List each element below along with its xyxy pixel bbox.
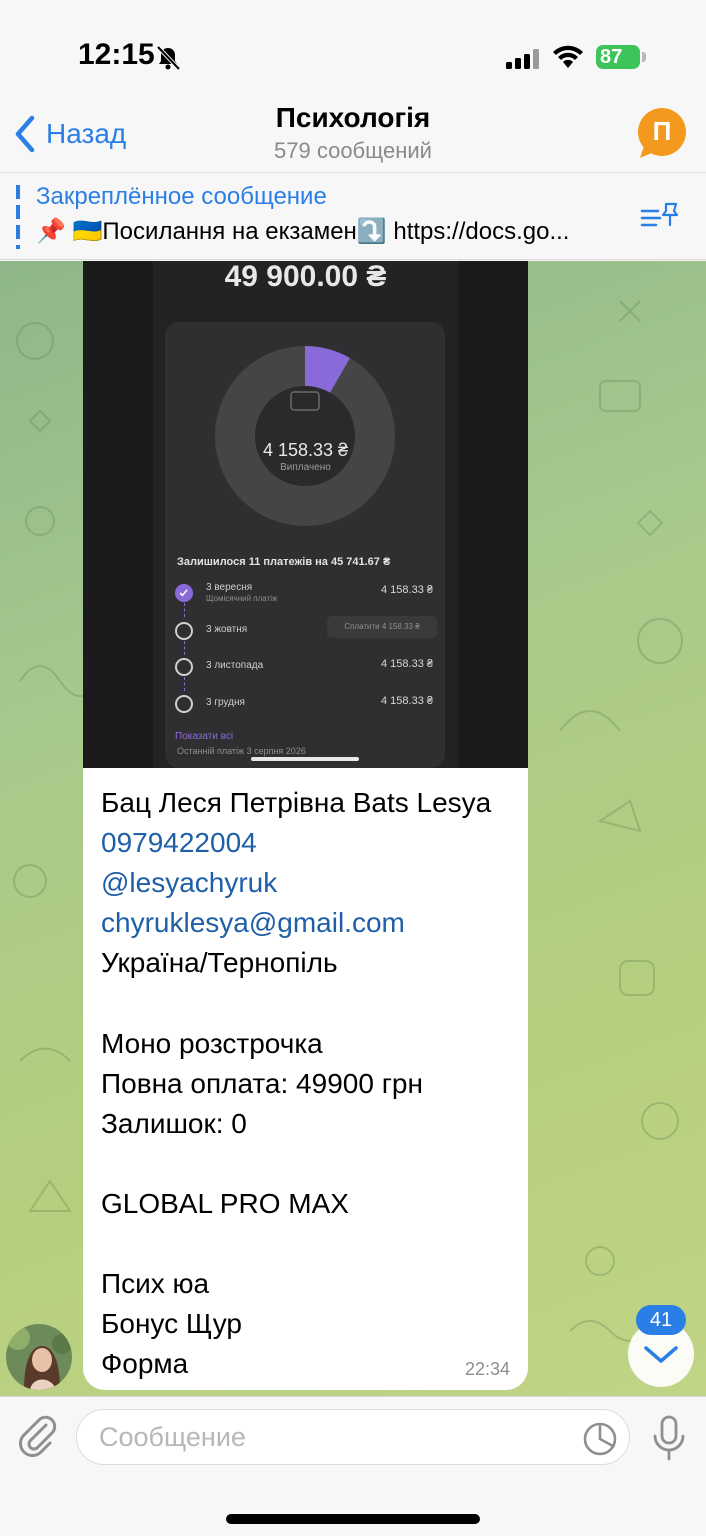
remaining-payments: Залишилося 11 платежів на 45 741.67 ₴ — [177, 556, 391, 568]
bell-off-icon — [156, 45, 181, 71]
paid-label: Виплачено — [280, 462, 331, 473]
email-link[interactable]: chyruklesya@gmail.com — [101, 903, 521, 943]
cellular-signal-icon — [506, 49, 539, 69]
payment-progress-donut — [215, 346, 395, 526]
chat-area[interactable]: 49 900.00 ₴ 4 158.33 ₴ Виплачено Залишил… — [0, 261, 706, 1396]
payment-amount: 4 158.33 ₴ — [381, 658, 433, 670]
payment-row: 3 жовтня Сплатити 4 158.33 ₴ — [175, 616, 437, 644]
message-line: Бонус Щур — [101, 1308, 242, 1340]
payment-connector — [184, 603, 185, 617]
payment-date: 3 вересня — [206, 582, 253, 593]
paperclip-icon[interactable] — [16, 1413, 60, 1457]
pinned-message-bar[interactable]: Закреплённое сообщение 📌 🇺🇦Посилання на … — [0, 172, 706, 260]
message-line: Моно розстрочка — [101, 1027, 323, 1059]
payment-circle-icon — [175, 658, 193, 676]
screenshot-home-indicator — [251, 757, 359, 761]
message-line — [101, 1224, 521, 1264]
message-time: 22:34 — [464, 1359, 510, 1379]
phone-link[interactable]: 0979422004 — [101, 823, 521, 863]
battery-indicator: 87 — [596, 45, 640, 69]
message-text: Бац Леся Петрівна Bats Lesya 0979422004 … — [101, 783, 521, 1384]
username-link[interactable]: @lesyachyruk — [101, 863, 521, 903]
pinned-title: Закреплённое сообщение — [36, 183, 327, 210]
payment-amount: 4 158.33 ₴ — [381, 695, 433, 707]
message-line: Псих юа — [101, 1268, 210, 1300]
message-bubble[interactable]: 49 900.00 ₴ 4 158.33 ₴ Виплачено Залишил… — [83, 261, 528, 1390]
message-line: GLOBAL PRO MAX — [101, 1187, 349, 1219]
payment-row: 3 вересня Щомісячний платіж 4 158.33 ₴ — [175, 582, 437, 606]
pinned-indicator-line — [16, 185, 20, 249]
message-input[interactable] — [76, 1409, 630, 1465]
message-line: Бац Леся Петрівна Bats Lesya — [101, 787, 492, 818]
payment-circle-icon — [175, 695, 193, 713]
payment-connector — [184, 641, 185, 655]
payment-done-check-icon — [175, 584, 193, 602]
payment-connector — [184, 677, 185, 691]
home-indicator — [226, 1514, 480, 1524]
chat-avatar-letter: П — [652, 116, 672, 146]
message-line: Залишок: 0 — [101, 1107, 247, 1139]
wifi-icon — [553, 45, 583, 68]
payment-date: 3 жовтня — [206, 624, 248, 635]
battery-level: 87 — [600, 46, 623, 68]
payment-date: 3 листопада — [206, 660, 264, 671]
payment-amount: 4 158.33 ₴ — [381, 584, 433, 596]
message-input-bar — [0, 1396, 706, 1536]
chat-title: Психологія — [275, 102, 431, 133]
message-line — [101, 1144, 521, 1184]
paid-value: 4 158.33 ₴ — [262, 440, 349, 460]
microphone-icon[interactable] — [650, 1415, 688, 1461]
sticker-icon[interactable] — [582, 1421, 618, 1457]
top-bar: 12:15 87 Назад Психологія 579 сообщений … — [0, 0, 706, 260]
sender-avatar[interactable] — [6, 1324, 72, 1390]
last-payment-text: Останній платіж 3 серпня 2026 — [177, 746, 306, 756]
payment-row: 3 грудня 4 158.33 ₴ — [175, 693, 437, 717]
payment-circle-icon — [175, 622, 193, 640]
show-all-link: Показати всі — [175, 731, 234, 742]
payment-row: 3 листопада 4 158.33 ₴ — [175, 656, 437, 680]
payment-note: Щомісячний платіж — [206, 594, 278, 603]
message-line: Повна оплата: 49900 грн — [101, 1067, 423, 1099]
status-time: 12:15 — [78, 38, 155, 71]
screenshot-amount: 49 900.00 ₴ — [224, 261, 387, 293]
pinned-text: 📌 🇺🇦Посилання на екзамен⤵️ https://docs.… — [36, 218, 570, 245]
pinned-list-icon[interactable] — [640, 201, 680, 233]
unread-count-badge: 41 — [636, 1305, 686, 1335]
pay-now-button: Сплатити 4 158.33 ₴ — [327, 616, 437, 638]
message-line — [101, 983, 521, 1023]
battery-cap — [642, 52, 646, 62]
attached-screenshot[interactable]: 49 900.00 ₴ 4 158.33 ₴ Виплачено Залишил… — [83, 261, 528, 768]
message-line: Форма — [101, 1348, 189, 1380]
message-line: Україна/Тернопіль — [101, 947, 338, 979]
chat-subtitle: 579 сообщений — [274, 138, 432, 163]
payment-date: 3 грудня — [206, 697, 245, 708]
